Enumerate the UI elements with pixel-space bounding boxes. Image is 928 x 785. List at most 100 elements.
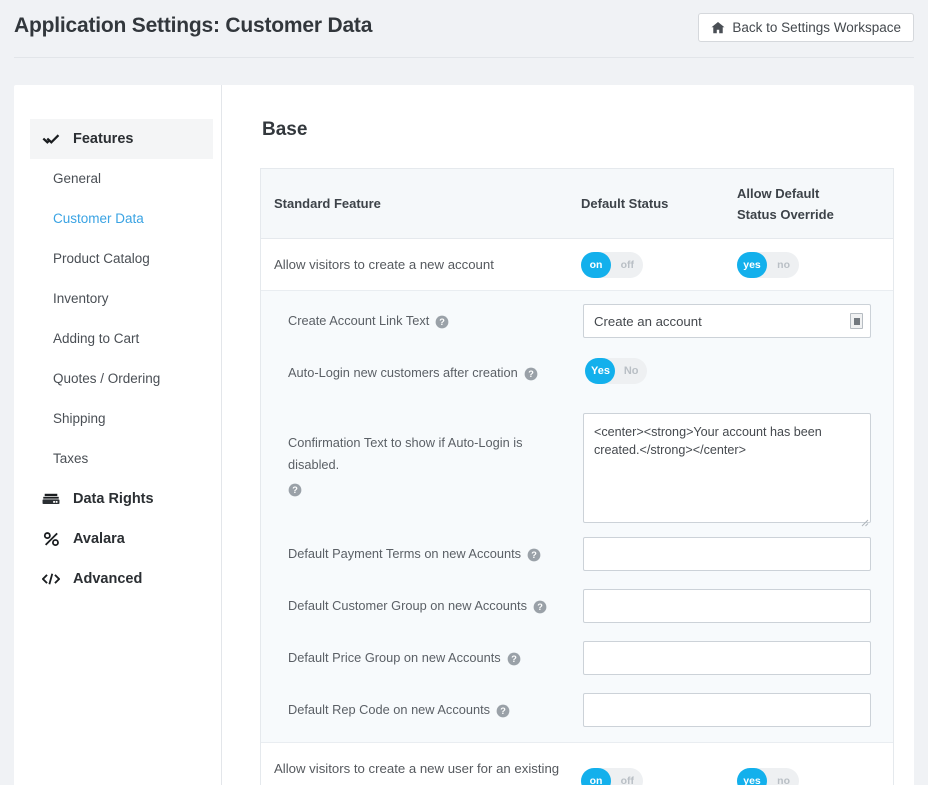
default-payment-terms-input[interactable] (583, 537, 871, 571)
svg-text:?: ? (511, 654, 517, 664)
sidebar-item-customer-data[interactable]: Customer Data (14, 199, 221, 239)
help-icon[interactable]: ? (507, 651, 521, 666)
header-divider (14, 57, 914, 58)
sub-setting-default-rep-code: Default Rep Code on new Accounts ? (261, 684, 893, 736)
svg-text:?: ? (531, 550, 537, 560)
label-text: Auto-Login new customers after creation (288, 365, 518, 380)
svg-text:?: ? (528, 369, 534, 379)
column-header-allow-default-status-override: Allow Default Status Override (737, 183, 893, 225)
column-header-default-status: Default Status (581, 196, 669, 211)
sub-setting-create-account-link-text: Create Account Link Text ? (261, 295, 893, 347)
help-icon[interactable]: ? (496, 703, 510, 718)
default-rep-code-field-wrap (583, 693, 871, 727)
label-text: Create Account Link Text (288, 313, 430, 328)
sidebar-group-label: Avalara (73, 531, 125, 547)
toggle-yes-label: Yes (585, 357, 616, 384)
table-row: Allow visitors to create a new user for … (261, 743, 893, 785)
default-customer-group-field-wrap (583, 589, 871, 623)
sub-setting-default-payment-terms: Default Payment Terms on new Accounts ? (261, 528, 893, 580)
default-status-cell: on off (581, 768, 737, 785)
sub-setting-confirmation-text: Confirmation Text to show if Auto-Login … (261, 399, 893, 528)
sidebar-item-inventory[interactable]: Inventory (14, 279, 221, 319)
sub-setting-label: Default Payment Terms on new Accounts ? (288, 543, 583, 565)
sidebar-group-advanced[interactable]: Advanced (30, 559, 213, 599)
confirmation-text-field-wrap: <center><strong>Your account has been cr… (583, 413, 871, 528)
help-icon[interactable]: ? (435, 314, 449, 329)
back-to-settings-workspace-button[interactable]: Back to Settings Workspace (698, 13, 914, 42)
help-icon[interactable]: ? (533, 599, 547, 614)
sub-setting-label: Create Account Link Text ? (288, 310, 583, 332)
label-text: Default Customer Group on new Accounts (288, 598, 527, 613)
translation-badge-icon[interactable] (850, 313, 863, 329)
sidebar-group-data-rights[interactable]: Data Rights (30, 479, 213, 519)
toggle-allow-new-user-existing-account-override[interactable]: yes no (737, 768, 799, 785)
page-title: Application Settings: Customer Data (14, 14, 373, 37)
sidebar: Features General Customer Data Product C… (14, 85, 222, 785)
toggle-no-label: no (777, 258, 790, 271)
sidebar-group-features[interactable]: Features (30, 119, 213, 159)
default-status-cell: on off (581, 251, 737, 278)
sidebar-item-taxes[interactable]: Taxes (14, 439, 221, 479)
section-title: Base (262, 119, 308, 140)
auto-login-toggle-wrap: Yes No (585, 357, 871, 389)
create-account-link-text-input[interactable] (583, 304, 871, 338)
sidebar-group-label: Advanced (73, 571, 143, 587)
toggle-on-label: on (581, 768, 611, 785)
default-price-group-input[interactable] (583, 641, 871, 675)
sidebar-item-product-catalog[interactable]: Product Catalog (14, 239, 221, 279)
svg-text:?: ? (292, 485, 298, 495)
home-icon (711, 21, 725, 35)
server-icon (42, 490, 60, 508)
sub-setting-auto-login: Auto-Login new customers after creation … (261, 347, 893, 399)
label-text: Confirmation Text to show if Auto-Login … (288, 435, 523, 472)
sidebar-item-shipping[interactable]: Shipping (14, 399, 221, 439)
help-icon[interactable]: ? (288, 482, 302, 497)
page-header: Application Settings: Customer Data Back… (0, 0, 928, 58)
sub-setting-default-customer-group: Default Customer Group on new Accounts ? (261, 580, 893, 632)
svg-text:?: ? (500, 706, 506, 716)
default-customer-group-input[interactable] (583, 589, 871, 623)
svg-text:?: ? (440, 317, 446, 327)
default-rep-code-input[interactable] (583, 693, 871, 727)
toggle-auto-login[interactable]: Yes No (585, 357, 648, 384)
settings-card: Features General Customer Data Product C… (14, 85, 914, 785)
label-text: Default Rep Code on new Accounts (288, 702, 491, 717)
feature-label: Allow visitors to create a new user for … (274, 761, 560, 776)
sidebar-item-general[interactable]: General (14, 159, 221, 199)
toggle-no-label: no (777, 775, 790, 785)
toggle-off-label: off (620, 258, 634, 271)
sub-setting-label: Default Customer Group on new Accounts ? (288, 595, 583, 617)
create-account-link-text-field-wrap (583, 304, 871, 338)
table-header-row: Standard Feature Default Status Allow De… (261, 169, 893, 239)
sidebar-group-avalara[interactable]: Avalara (30, 519, 213, 559)
label-text: Default Payment Terms on new Accounts (288, 546, 522, 561)
toggle-off-label: off (620, 775, 634, 785)
sidebar-group-label: Features (73, 131, 134, 147)
content-pane: Base Standard Feature Default Status All… (222, 85, 914, 785)
override-cell: yes no (737, 251, 893, 278)
toggle-allow-create-account-status[interactable]: on off (581, 251, 643, 278)
toggle-no-label: No (623, 364, 639, 377)
svg-text:?: ? (537, 602, 543, 612)
confirmation-text-textarea[interactable]: <center><strong>Your account has been cr… (583, 413, 871, 523)
back-button-label: Back to Settings Workspace (732, 20, 901, 35)
toggle-on-label: on (581, 251, 611, 278)
toggle-allow-new-user-existing-account-status[interactable]: on off (581, 768, 643, 785)
sub-setting-label: Default Price Group on new Accounts ? (288, 647, 583, 669)
toggle-allow-create-account-override[interactable]: yes no (737, 251, 799, 278)
feature-label: Allow visitors to create a new account (274, 257, 494, 272)
override-header-line-2: Status Override (737, 206, 834, 222)
column-header-standard-feature: Standard Feature (274, 196, 381, 211)
code-icon (42, 570, 60, 588)
toggle-yes-label: yes (737, 768, 767, 785)
sub-setting-label: Confirmation Text to show if Auto-Login … (288, 413, 583, 497)
sidebar-item-quotes-ordering[interactable]: Quotes / Ordering (14, 359, 221, 399)
sub-setting-label: Default Rep Code on new Accounts ? (288, 699, 583, 721)
sidebar-item-adding-to-cart[interactable]: Adding to Cart (14, 319, 221, 359)
override-cell: yes no (737, 768, 893, 785)
toggle-yes-label: yes (737, 251, 767, 278)
help-icon[interactable]: ? (524, 366, 538, 381)
table-row: Allow visitors to create a new account o… (261, 239, 893, 291)
sidebar-group-label: Data Rights (73, 491, 154, 507)
help-icon[interactable]: ? (527, 547, 541, 562)
